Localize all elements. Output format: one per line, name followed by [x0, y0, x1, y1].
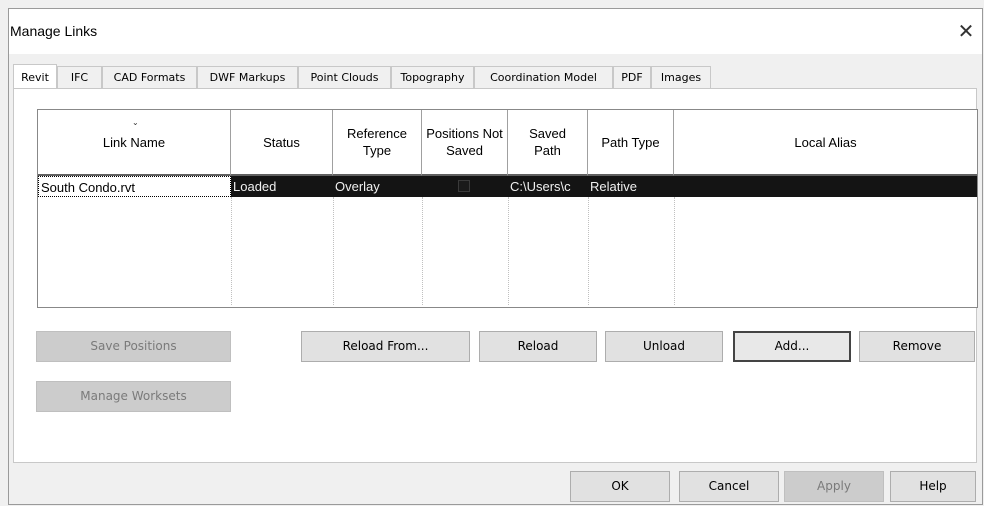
column-header-label: Reference Type [347, 126, 407, 158]
column-header-saved-path[interactable]: Saved Path [508, 110, 588, 176]
grid-divider [674, 197, 675, 305]
column-header-label: Status [263, 134, 300, 150]
grid-divider [422, 197, 423, 305]
tab-pdf[interactable]: PDF [613, 66, 651, 88]
column-header-local-alias[interactable]: Local Alias [674, 110, 977, 176]
close-icon[interactable]: ✕ [952, 17, 980, 45]
column-header-label: Path Type [601, 134, 660, 150]
reload-button[interactable]: Reload [479, 331, 597, 362]
title-bar: Manage Links ✕ [9, 9, 982, 54]
column-header-positions-not-saved[interactable]: Positions Not Saved [422, 110, 508, 176]
help-button[interactable]: Help [890, 471, 976, 502]
cell-positions-not-saved[interactable] [422, 176, 508, 197]
cell-local-alias[interactable] [674, 176, 977, 197]
column-header-label: Saved Path [529, 126, 566, 158]
column-header-label: Local Alias [794, 134, 857, 150]
positions-not-saved-checkbox[interactable] [458, 180, 470, 192]
table-row[interactable]: South Condo.rvt Loaded Overlay C:\Users\… [38, 176, 977, 197]
column-header-path-type[interactable]: Path Type [588, 110, 674, 176]
grid-divider [231, 197, 232, 305]
tab-revit[interactable]: Revit [13, 64, 57, 88]
manage-links-dialog: Manage Links ✕ Revit IFC CAD Formats DWF… [8, 8, 983, 505]
tab-topography[interactable]: Topography [391, 66, 474, 88]
cell-saved-path[interactable]: C:\Users\c [508, 176, 588, 197]
column-header-label: Positions Not Saved [426, 126, 503, 158]
unload-button[interactable]: Unload [605, 331, 723, 362]
add-button[interactable]: Add... [733, 331, 851, 362]
cell-reference-type[interactable]: Overlay [333, 176, 422, 197]
apply-button[interactable]: Apply [784, 471, 884, 502]
column-header-reference-type[interactable]: Reference Type [333, 110, 422, 176]
tab-coordination-model[interactable]: Coordination Model [474, 66, 613, 88]
save-positions-button[interactable]: Save Positions [36, 331, 231, 362]
manage-worksets-button[interactable]: Manage Worksets [36, 381, 231, 412]
grid-divider [588, 197, 589, 305]
remove-button[interactable]: Remove [859, 331, 975, 362]
cell-path-type[interactable]: Relative [588, 176, 674, 197]
tab-ifc[interactable]: IFC [57, 66, 102, 88]
column-header-link-name[interactable]: ⌄ Link Name [38, 110, 231, 176]
ok-button[interactable]: OK [570, 471, 670, 502]
tab-point-clouds[interactable]: Point Clouds [298, 66, 391, 88]
grid-divider [508, 197, 509, 305]
tab-images[interactable]: Images [651, 66, 711, 88]
column-header-label: Link Name [102, 134, 166, 150]
cell-status[interactable]: Loaded [231, 176, 333, 197]
revit-links-panel: ⌄ Link Name Status Reference Type Positi… [13, 88, 978, 463]
cancel-button[interactable]: Cancel [679, 471, 779, 502]
reload-from-button[interactable]: Reload From... [301, 331, 470, 362]
links-grid: ⌄ Link Name Status Reference Type Positi… [37, 109, 978, 308]
tab-cad-formats[interactable]: CAD Formats [102, 66, 197, 88]
grid-divider [333, 197, 334, 305]
tab-dwf-markups[interactable]: DWF Markups [197, 66, 298, 88]
sort-descending-icon: ⌄ [132, 118, 139, 127]
column-header-status[interactable]: Status [231, 110, 333, 176]
cell-link-name[interactable]: South Condo.rvt [38, 176, 231, 197]
dialog-title: Manage Links [10, 23, 98, 39]
